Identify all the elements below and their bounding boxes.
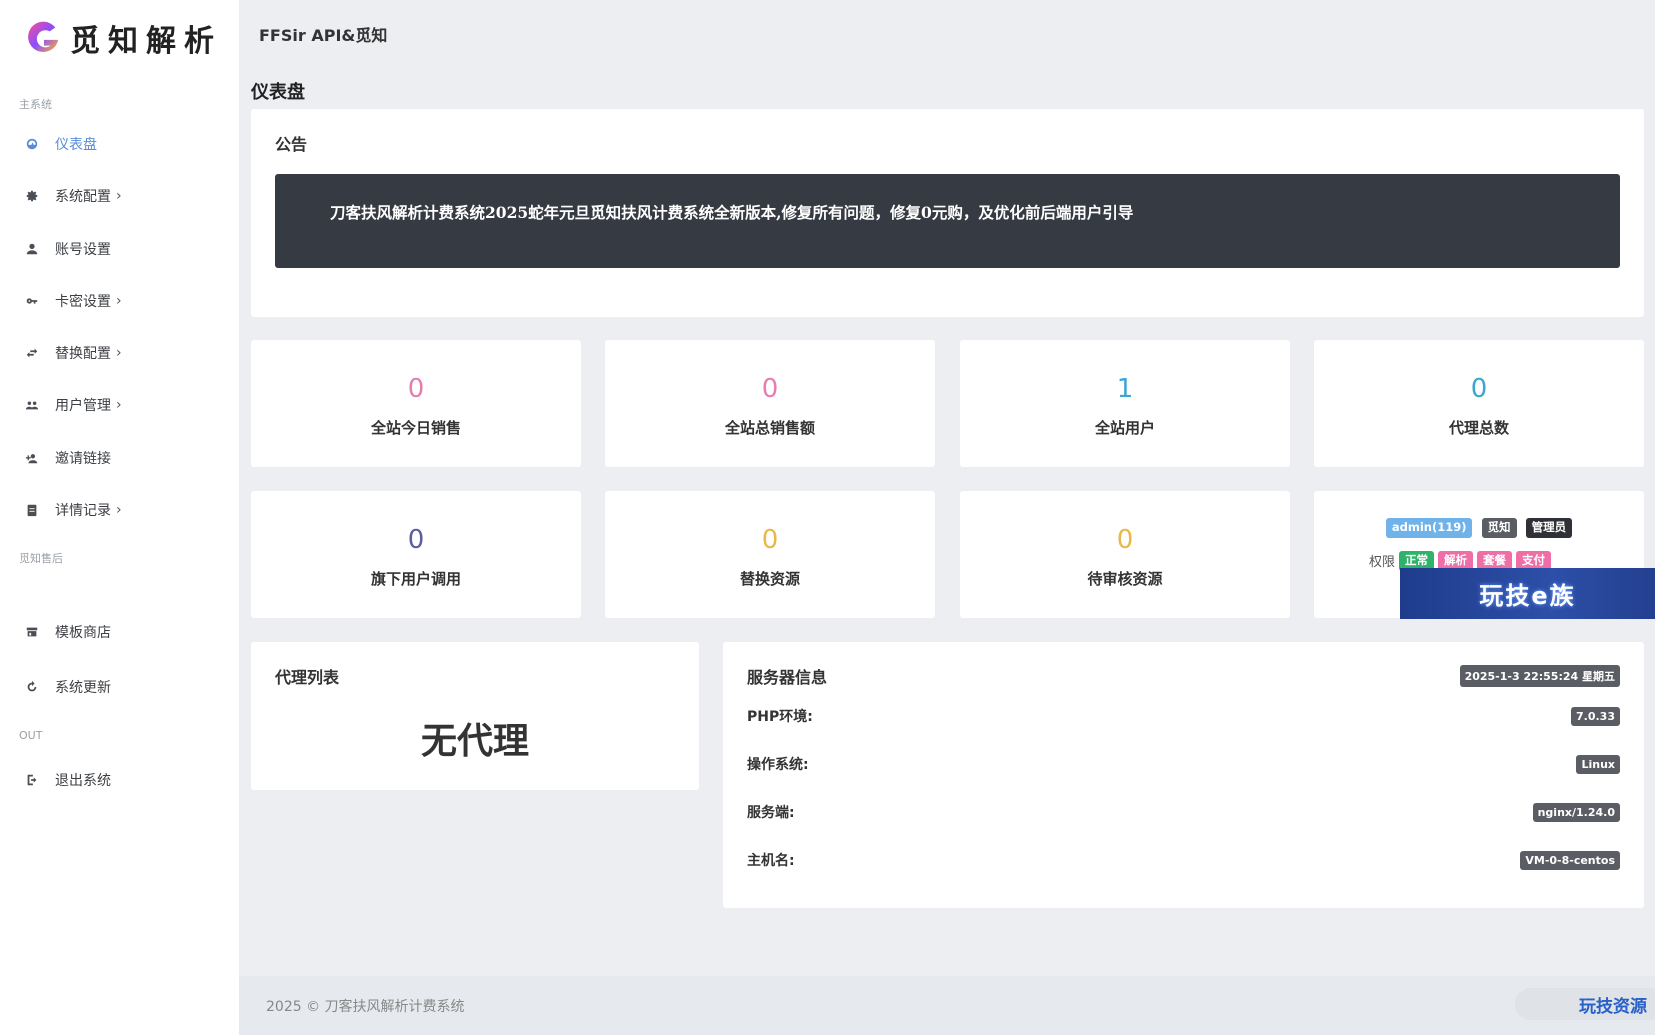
server-row-value: Linux bbox=[1576, 754, 1620, 774]
role-badge: 管理员 bbox=[1525, 518, 1573, 538]
sidebar-item-label: 系统更新 bbox=[55, 680, 111, 696]
store-icon bbox=[24, 624, 40, 640]
chevron-right-icon: › bbox=[116, 502, 122, 518]
stat-label: 待审核资源 bbox=[1087, 570, 1163, 588]
sidebar: 觅知解析 主系统 仪表盘 系统配置 › 账号设置 卡密设置 › 替换配置 › 用… bbox=[0, 0, 239, 1035]
stat-value: 0 bbox=[1470, 374, 1488, 404]
sidebar-item-records[interactable]: 详情记录 › bbox=[24, 495, 122, 525]
refresh-icon bbox=[24, 679, 40, 695]
sidebar-item-label: 详情记录 bbox=[55, 503, 111, 519]
sidebar-item-label: 退出系统 bbox=[55, 773, 111, 789]
page-title: 仪表盘 bbox=[251, 82, 305, 103]
brand[interactable]: 觅知解析 bbox=[24, 16, 222, 60]
agent-list-card: 代理列表 无代理 bbox=[251, 642, 699, 790]
stat-total-sales: 0 全站总销售额 bbox=[605, 340, 935, 467]
chevron-right-icon: › bbox=[116, 188, 122, 204]
server-row-value: VM-0-8-centos bbox=[1520, 850, 1620, 870]
stat-pending-resources: 0 待审核资源 bbox=[960, 491, 1290, 618]
key-icon bbox=[24, 293, 40, 309]
sidebar-item-account[interactable]: 账号设置 bbox=[24, 234, 111, 264]
sidebar-item-template-store[interactable]: 模板商店 bbox=[24, 617, 111, 647]
nav-section-out: OUT bbox=[19, 729, 43, 742]
server-row-hostname: 主机名: VM-0-8-centos bbox=[747, 850, 1620, 870]
site-badge: 觅知 bbox=[1481, 518, 1517, 538]
stat-value: 0 bbox=[407, 374, 425, 404]
server-info-card: 服务器信息 2025-1-3 22:55:24 星期五 PHP环境: 7.0.3… bbox=[723, 642, 1644, 908]
stat-label: 全站今日销售 bbox=[370, 419, 461, 437]
notice-title: 公告 bbox=[275, 135, 308, 154]
notice-banner: 刀客扶风解析计费系统2025蛇年元旦觅知扶风计费系统全新版本,修复所有问题，修复… bbox=[275, 174, 1620, 268]
stat-value: 0 bbox=[761, 525, 779, 555]
gear-icon bbox=[24, 188, 40, 204]
users-icon bbox=[24, 397, 40, 413]
footer-brand-link[interactable]: 玩技资源 bbox=[1515, 988, 1655, 1020]
server-row-value: 7.0.33 bbox=[1571, 706, 1620, 726]
stat-value: 0 bbox=[761, 374, 779, 404]
swap-icon bbox=[24, 345, 40, 361]
sidebar-item-label: 仪表盘 bbox=[55, 137, 97, 153]
sidebar-item-label: 系统配置 bbox=[55, 189, 111, 205]
notice-card: 公告 刀客扶风解析计费系统2025蛇年元旦觅知扶风计费系统全新版本,修复所有问题… bbox=[251, 109, 1644, 317]
brand-name: 觅知解析 bbox=[70, 24, 222, 59]
nav-section-main: 主系统 bbox=[19, 98, 52, 111]
sidebar-item-system-config[interactable]: 系统配置 › bbox=[24, 181, 122, 211]
sidebar-item-label: 用户管理 bbox=[55, 398, 111, 414]
stat-agent-count: 0 代理总数 bbox=[1314, 340, 1644, 467]
server-row-value: nginx/1.24.0 bbox=[1532, 802, 1620, 822]
stat-today-sales: 0 全站今日销售 bbox=[251, 340, 581, 467]
agent-list-title: 代理列表 bbox=[275, 668, 340, 687]
logout-icon bbox=[24, 772, 40, 788]
sidebar-item-label: 卡密设置 bbox=[55, 294, 111, 310]
sidebar-item-label: 账号设置 bbox=[55, 242, 111, 258]
user-badge: admin(119) bbox=[1385, 518, 1473, 538]
stat-label: 全站用户 bbox=[1094, 419, 1155, 437]
server-row-key: 操作系统: bbox=[747, 757, 809, 773]
clipboard-icon bbox=[24, 502, 40, 518]
server-row-key: 服务端: bbox=[747, 805, 795, 821]
sidebar-item-label: 替换配置 bbox=[55, 346, 111, 362]
permissions-label: 权限 bbox=[1369, 555, 1396, 571]
server-info-header: 服务器信息 2025-1-3 22:55:24 星期五 bbox=[747, 664, 1620, 688]
topbar-title: FFSir API&觅知 bbox=[259, 26, 388, 45]
sidebar-item-replace-config[interactable]: 替换配置 › bbox=[24, 338, 122, 368]
sidebar-item-card-key[interactable]: 卡密设置 › bbox=[24, 286, 122, 316]
chevron-right-icon: › bbox=[116, 345, 122, 361]
server-row-php: PHP环境: 7.0.33 bbox=[747, 706, 1620, 726]
stat-label: 代理总数 bbox=[1448, 419, 1509, 437]
server-datetime: 2025-1-3 22:55:24 星期五 bbox=[1459, 665, 1620, 687]
stat-value: 0 bbox=[407, 525, 425, 555]
server-info-title: 服务器信息 bbox=[747, 668, 828, 687]
brand-logo-icon bbox=[28, 21, 59, 53]
stat-label: 旗下用户调用 bbox=[370, 570, 461, 588]
sidebar-item-dashboard[interactable]: 仪表盘 bbox=[24, 129, 97, 159]
stat-subuser-calls: 0 旗下用户调用 bbox=[251, 491, 581, 618]
chevron-right-icon: › bbox=[116, 397, 122, 413]
server-row-os: 操作系统: Linux bbox=[747, 754, 1620, 774]
user-icon bbox=[24, 241, 40, 257]
server-row-key: 主机名: bbox=[747, 853, 795, 869]
stat-total-users: 1 全站用户 bbox=[960, 340, 1290, 467]
server-row-key: PHP环境: bbox=[747, 709, 813, 725]
account-badges: admin(119) 觅知 管理员 bbox=[1314, 516, 1644, 538]
user-add-icon bbox=[24, 450, 40, 466]
stat-label: 全站总销售额 bbox=[724, 419, 815, 437]
server-row-server: 服务端: nginx/1.24.0 bbox=[747, 802, 1620, 822]
sidebar-item-label: 模板商店 bbox=[55, 625, 111, 641]
dashboard-icon bbox=[24, 136, 40, 152]
chevron-right-icon: › bbox=[116, 293, 122, 309]
stat-label: 替换资源 bbox=[739, 570, 800, 588]
agent-empty-state: 无代理 bbox=[420, 721, 529, 762]
sidebar-item-label: 邀请链接 bbox=[55, 451, 111, 467]
nav-section-after-sales: 觅知售后 bbox=[19, 552, 63, 565]
stat-value: 1 bbox=[1116, 374, 1134, 404]
sidebar-item-invite[interactable]: 邀请链接 bbox=[24, 443, 111, 473]
ad-overlay[interactable]: 玩技e族 bbox=[1400, 568, 1655, 619]
footer: 2025 © 刀客扶风解析计费系统 玩技资源 bbox=[239, 976, 1655, 1035]
footer-copyright: 2025 © 刀客扶风解析计费系统 bbox=[266, 998, 465, 1015]
sidebar-item-system-update[interactable]: 系统更新 bbox=[24, 672, 111, 702]
sidebar-item-user-management[interactable]: 用户管理 › bbox=[24, 390, 122, 420]
stat-replace-resources: 0 替换资源 bbox=[605, 491, 935, 618]
sidebar-item-logout[interactable]: 退出系统 bbox=[24, 765, 111, 795]
stat-value: 0 bbox=[1116, 525, 1134, 555]
